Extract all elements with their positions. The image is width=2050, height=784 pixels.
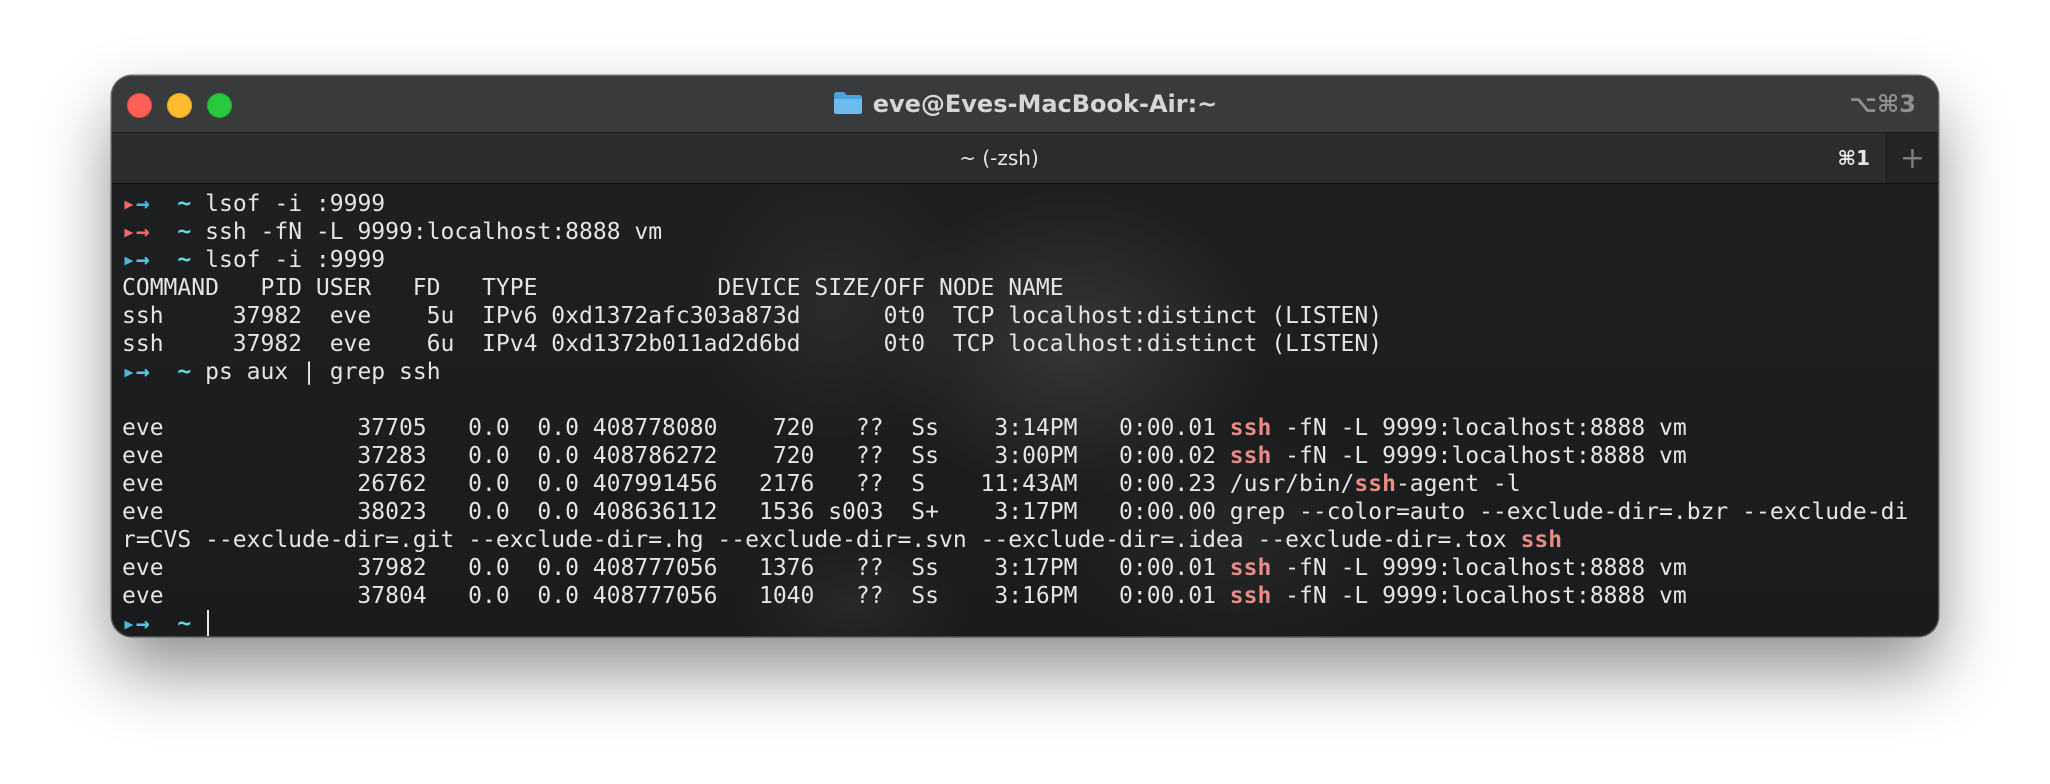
prompt-line: ▸→ ~ ps aux | grep ssh [122,358,1908,386]
output-line: eve 37705 0.0 0.0 408778080 720 ?? Ss 3:… [122,415,1687,441]
prompt-cwd: ~ [177,247,192,273]
prompt-arrow-icon: ▸→ [122,191,150,217]
prompt-arrow-icon: ▸→ [122,611,150,636]
terminal-output[interactable]: ▸→ ~ lsof -i :9999 ▸→ ~ ssh -fN -L 9999:… [112,184,1938,636]
plus-icon: + [1899,140,1926,176]
prompt-arrow-icon: ▸→ [122,359,150,385]
tab-bar: ~ (-zsh) ⌘1 + [112,132,1938,184]
window-shortcut: ⌥⌘3 [1849,90,1916,118]
prompt-line: ▸→ ~ ssh -fN -L 9999:localhost:8888 vm [122,218,1908,246]
prompt-cwd: ~ [177,611,192,636]
command-text: lsof -i :9999 [205,191,386,217]
output-line: eve 26762 0.0 0.0 407991456 2176 ?? S 11… [122,471,1521,497]
prompt-line: ▸→ ~ lsof -i :9999 [122,246,1908,274]
prompt-line: ▸→ ~ lsof -i :9999 [122,190,1908,218]
prompt-cwd: ~ [177,359,192,385]
output-line: COMMAND PID USER FD TYPE DEVICE SIZE/OFF… [122,275,1064,301]
output-line: eve 37982 0.0 0.0 408777056 1376 ?? Ss 3… [122,555,1687,581]
window-title-text: eve@Eves-MacBook-Air:~ [872,90,1218,118]
window-title: eve@Eves-MacBook-Air:~ [112,76,1938,132]
output-line: eve 37283 0.0 0.0 408786272 720 ?? Ss 3:… [122,443,1687,469]
prompt-line[interactable]: ▸→ ~ [122,610,1908,636]
text-cursor [207,610,210,636]
output-line: ssh 37982 eve 6u IPv4 0xd1372b011ad2d6bd… [122,331,1383,357]
title-bar[interactable]: eve@Eves-MacBook-Air:~ ⌥⌘3 [112,76,1938,132]
output-line: r=CVS --exclude-dir=.git --exclude-dir=.… [122,527,1563,553]
terminal-window: eve@Eves-MacBook-Air:~ ⌥⌘3 ~ (-zsh) ⌘1 +… [112,76,1938,636]
tab-zsh[interactable]: ~ (-zsh) [112,133,1886,183]
prompt-arrow-icon: ▸→ [122,247,150,273]
output-line: eve 38023 0.0 0.0 408636112 1536 s003 S+… [122,499,1909,525]
prompt-cwd: ~ [177,191,192,217]
command-text: ssh -fN -L 9999:localhost:8888 vm [205,219,663,245]
prompt-cwd: ~ [177,219,192,245]
output-line: eve 37804 0.0 0.0 408777056 1040 ?? Ss 3… [122,583,1687,609]
prompt-arrow-icon: ▸→ [122,219,150,245]
output-line: ssh 37982 eve 5u IPv6 0xd1372afc303a873d… [122,303,1383,329]
command-text: ps aux | grep ssh [205,359,441,385]
new-tab-button[interactable]: + [1886,133,1938,183]
command-text: lsof -i :9999 [205,247,386,273]
folder-icon [833,92,862,114]
tab-shortcut: ⌘1 [1837,146,1870,170]
tab-label: ~ (-zsh) [959,146,1039,170]
